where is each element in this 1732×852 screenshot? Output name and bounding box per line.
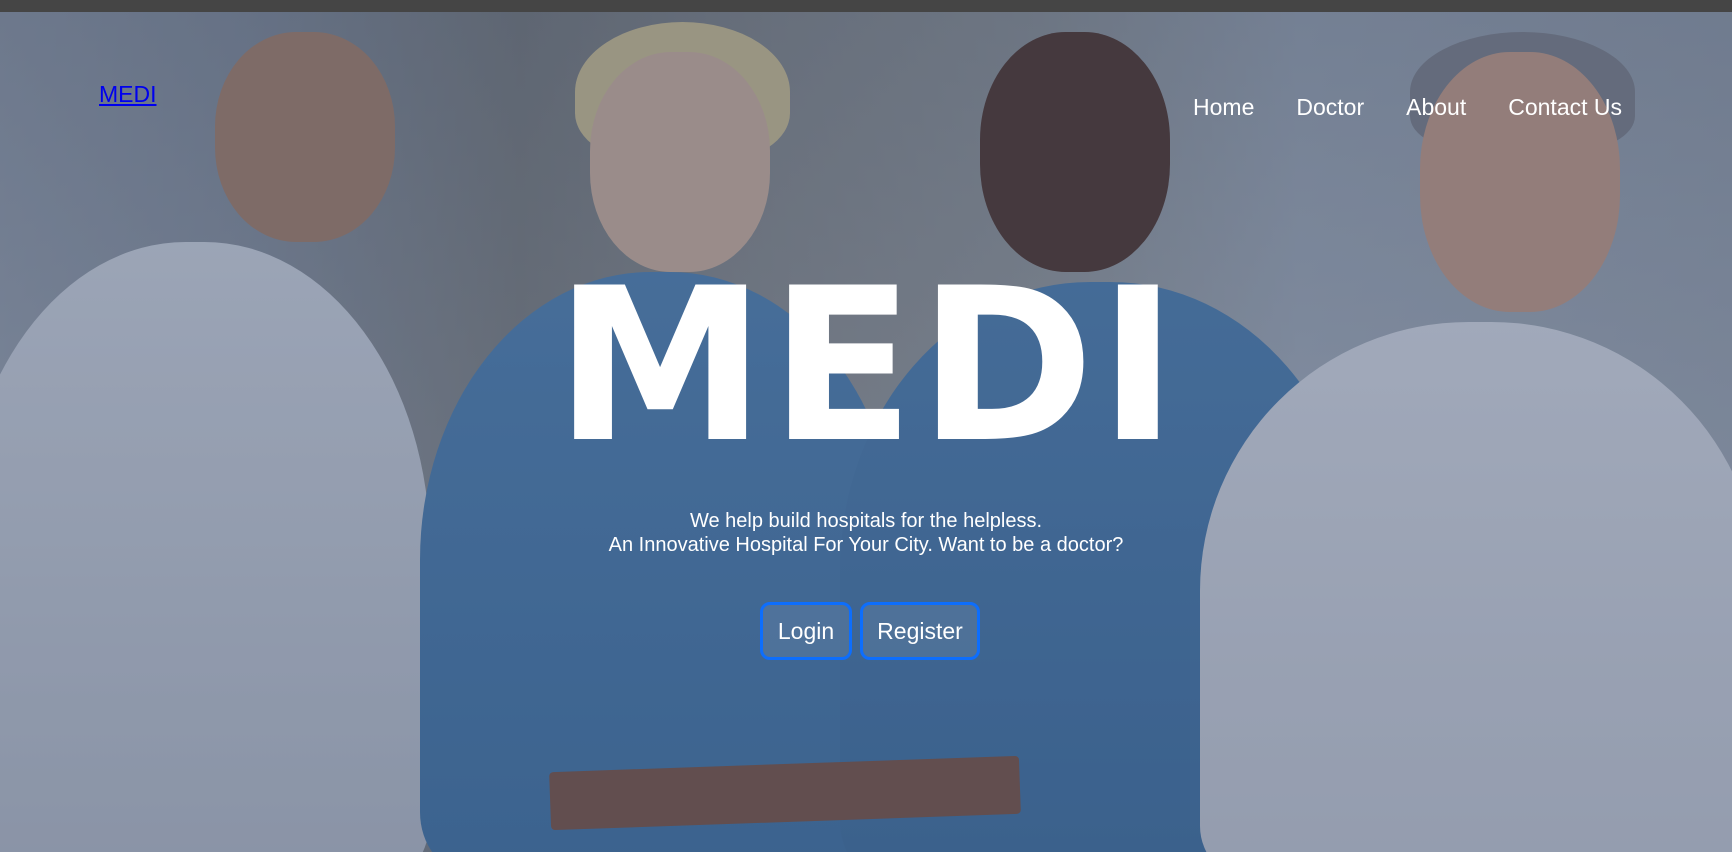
login-button[interactable]: Login bbox=[760, 602, 852, 660]
tagline-line-1: We help build hospitals for the helpless… bbox=[689, 510, 1043, 532]
hero-section: MEDI Home Doctor About Contact Us MEDI W… bbox=[0, 12, 1732, 852]
hero-tagline: We help build hospitals for the helpless… bbox=[0, 509, 1732, 557]
nav-about[interactable]: About bbox=[1406, 94, 1466, 121]
brand-link[interactable]: MEDI bbox=[99, 81, 157, 108]
browser-top-strip bbox=[0, 0, 1732, 12]
nav-contact-us[interactable]: Contact Us bbox=[1508, 94, 1622, 121]
hero-title: MEDI bbox=[554, 242, 1182, 489]
cta-group: Login Register bbox=[760, 602, 980, 660]
nav-home[interactable]: Home bbox=[1193, 94, 1254, 121]
tagline-line-2: An Innovative Hospital For Your City. Wa… bbox=[608, 534, 1124, 556]
register-button[interactable]: Register bbox=[860, 602, 980, 660]
nav-doctor[interactable]: Doctor bbox=[1296, 94, 1364, 121]
main-nav: Home Doctor About Contact Us bbox=[1151, 94, 1622, 121]
